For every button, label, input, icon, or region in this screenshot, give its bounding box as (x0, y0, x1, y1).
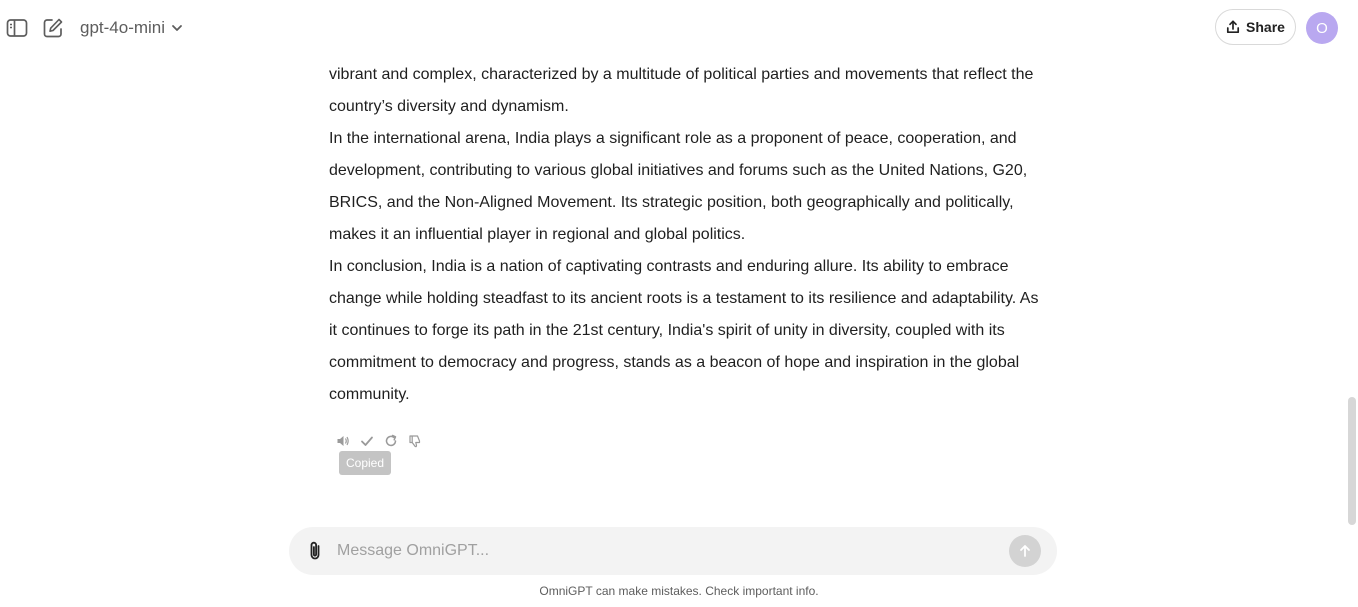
read-aloud-button[interactable] (335, 433, 351, 449)
copied-tooltip: Copied (339, 451, 392, 475)
message-input[interactable] (337, 539, 997, 563)
message-paragraph: In conclusion, India is a nation of capt… (329, 258, 1039, 403)
message-composer (289, 527, 1057, 575)
chevron-down-icon (172, 25, 182, 31)
regenerate-icon (385, 434, 397, 447)
copy-button[interactable] (359, 433, 375, 449)
sidebar-icon (6, 19, 28, 37)
thumbs-down-button[interactable] (407, 433, 423, 449)
check-icon (361, 436, 373, 446)
paperclip-icon (310, 541, 320, 560)
message-actions (335, 432, 423, 450)
speaker-icon (337, 436, 349, 446)
sidebar-toggle-button[interactable] (5, 16, 29, 40)
assistant-message: vibrant and complex, characterized by a … (329, 59, 1049, 411)
avatar-initial: O (1316, 19, 1328, 37)
message-paragraph: vibrant and complex, characterized by a … (329, 66, 1034, 115)
regenerate-button[interactable] (383, 433, 399, 449)
disclaimer-text: OmniGPT can make mistakes. Check importa… (539, 584, 819, 598)
arrow-up-icon (1020, 545, 1030, 557)
new-chat-button[interactable] (41, 16, 65, 40)
attach-button[interactable] (303, 539, 327, 563)
share-icon (1226, 20, 1240, 34)
top-bar: gpt-4o-mini Share O (0, 0, 1358, 56)
model-name: gpt-4o-mini (80, 18, 166, 37)
send-button[interactable] (1009, 535, 1041, 567)
scrollbar-thumb[interactable] (1348, 397, 1356, 525)
thumbs-down-icon (409, 435, 421, 448)
chat-page: gpt-4o-mini Share O vibrant and complex,… (0, 0, 1358, 607)
message-paragraph: In the international arena, India plays … (329, 130, 1028, 243)
share-label: Share (1246, 19, 1285, 35)
share-button[interactable]: Share (1215, 9, 1296, 45)
edit-icon (43, 18, 63, 38)
avatar[interactable]: O (1306, 12, 1338, 44)
model-selector[interactable]: gpt-4o-mini (80, 16, 183, 40)
